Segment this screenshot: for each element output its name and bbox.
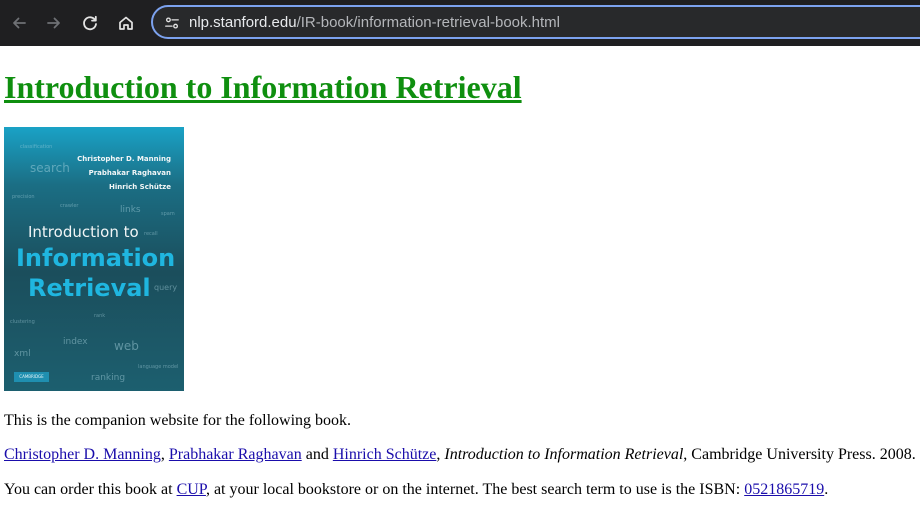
url-path: /IR-book/information-retrieval-book.html — [296, 14, 561, 31]
cover-word: index — [63, 337, 88, 347]
cover-word: query — [154, 283, 178, 292]
order-text: . — [824, 481, 829, 498]
author-link-manning[interactable]: Christopher D. Manning — [4, 446, 161, 463]
url-host: nlp.stanford.edu — [189, 14, 297, 31]
page-title: Introduction to Information Retrieval — [4, 68, 522, 106]
title-link[interactable]: Introduction to Information Retrieval — [4, 69, 522, 105]
cover-word: spam — [161, 211, 175, 217]
home-button[interactable] — [114, 11, 138, 35]
citation-publisher: , Cambridge University Press. 2008. — [683, 446, 916, 463]
browser-toolbar: nlp.stanford.edu/IR-book/information-ret… — [0, 0, 920, 46]
order-text: , at your local bookstore or on the inte… — [205, 481, 745, 498]
cover-word: ranking — [91, 373, 126, 383]
order-paragraph: You can order this book at CUP, at your … — [4, 480, 828, 500]
forward-button[interactable] — [42, 11, 66, 35]
cover-author: Hinrich Schütze — [109, 183, 171, 191]
intro-paragraph: This is the companion website for the fo… — [4, 412, 352, 429]
citation-sep: and — [301, 446, 333, 463]
cover-word: search — [30, 161, 70, 175]
citation-sep: , — [160, 446, 169, 463]
cover-word: language model — [138, 364, 179, 370]
cover-word: links — [120, 205, 141, 215]
cover-word: clustering — [10, 319, 35, 325]
cover-word: rank — [94, 313, 106, 319]
cover-word: web — [114, 339, 139, 353]
author-link-schutze[interactable]: Hinrich Schütze — [333, 446, 437, 463]
reload-button[interactable] — [78, 11, 102, 35]
cover-author: Christopher D. Manning — [77, 155, 171, 163]
cover-word: crawler — [60, 203, 79, 209]
order-text: You can order this book at — [4, 481, 177, 498]
home-icon — [119, 16, 133, 30]
site-info-icon[interactable] — [163, 14, 181, 32]
address-bar[interactable]: nlp.stanford.edu/IR-book/information-ret… — [151, 5, 920, 39]
book-title: Introduction to Information Retrieval — [444, 446, 684, 463]
url-text[interactable]: nlp.stanford.edu/IR-book/information-ret… — [189, 14, 560, 31]
cover-word: xml — [14, 349, 31, 359]
cover-word: precision — [12, 194, 35, 200]
arrow-right-icon — [47, 17, 60, 29]
cover-word: classification — [20, 144, 53, 150]
cover-title-line2: Information — [16, 244, 176, 272]
isbn-link[interactable]: 0521865719 — [744, 481, 824, 498]
citation-paragraph: Christopher D. Manning, Prabhakar Raghav… — [4, 445, 916, 465]
cover-title-line1: Introduction to — [28, 223, 139, 241]
cover-author: Prabhakar Raghavan — [88, 169, 171, 177]
author-link-raghavan[interactable]: Prabhakar Raghavan — [169, 446, 302, 463]
back-button[interactable] — [7, 11, 31, 35]
cup-link[interactable]: CUP — [177, 481, 206, 498]
book-cover-image: classification search precision crawler … — [4, 127, 184, 391]
arrow-left-icon — [13, 17, 26, 29]
reload-icon — [83, 15, 97, 31]
cover-word: recall — [144, 231, 158, 237]
cover-title-line3: Retrieval — [28, 274, 151, 302]
publisher-logo: CAMBRIDGE — [14, 372, 49, 382]
